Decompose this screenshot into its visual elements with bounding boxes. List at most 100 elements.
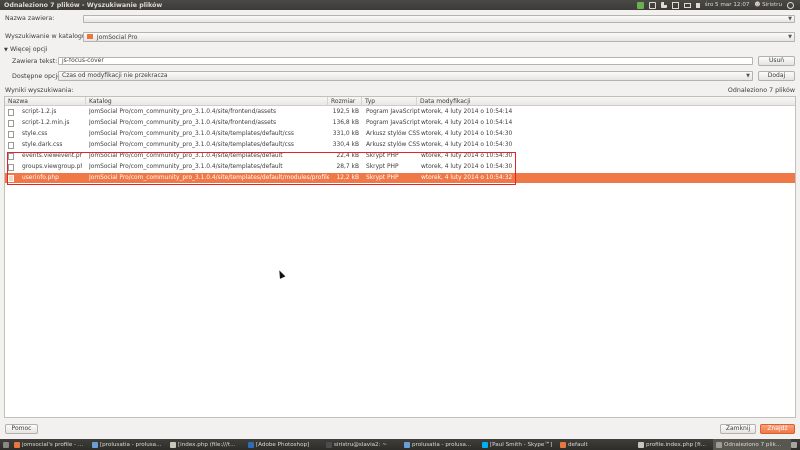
available-options-value: Czas od modyfikacji nie przekracza — [62, 72, 168, 79]
folder-label: Wyszukiwanie w katalogu: — [5, 33, 89, 40]
file-icon — [8, 142, 14, 149]
column-date[interactable]: Data modyfikacji — [417, 97, 795, 106]
table-row[interactable]: script-1.2.js JomSocial Pro/com_community… — [5, 107, 795, 117]
folder-select[interactable]: JomSocial Pro ▼ — [83, 32, 795, 42]
app-icon — [14, 441, 20, 448]
taskbar-item[interactable]: [index.php (file:///t... — [167, 439, 245, 450]
window-title: Odnaleziono 7 plików - Wyszukiwanie plik… — [4, 1, 163, 9]
column-folder[interactable]: Katalog — [86, 97, 328, 106]
column-name[interactable]: Nazwa — [5, 97, 86, 106]
help-button[interactable]: Pomoc — [5, 424, 38, 434]
table-row[interactable]: script-1.2.min.js JomSocial Pro/com_commu… — [5, 118, 795, 128]
close-button[interactable]: Zamknij — [720, 424, 756, 434]
chevron-down-icon[interactable]: ▼ — [788, 16, 792, 22]
taskbar-item[interactable]: [Adobe Photoshop] — [245, 439, 323, 450]
name-contains-input[interactable]: ▼ — [83, 15, 795, 23]
file-icon — [8, 109, 14, 116]
column-size[interactable]: Rozmiar — [328, 97, 362, 106]
cell-type: Arkusz stylów CSS — [366, 131, 420, 137]
clock[interactable]: śro 5 mar 12:07 — [705, 2, 750, 8]
table-header: Nazwa Katalog Rozmiar Typ Data modyfikac… — [5, 97, 795, 106]
cell-size: 330,4 kB — [332, 142, 359, 148]
contains-text-value: js-focus-cover — [62, 57, 104, 64]
app-icon — [170, 441, 176, 448]
system-tray: śro 5 mar 12:07 ☻ Siristru — [636, 0, 794, 10]
find-button-label: Znajdź — [767, 425, 788, 432]
column-type[interactable]: Typ — [362, 97, 417, 106]
cell-name: events.viewevent.php — [22, 153, 82, 159]
update-icon[interactable] — [636, 1, 644, 9]
table-row[interactable]: events.viewevent.php JomSocial Pro/com_co… — [5, 151, 795, 161]
power-icon[interactable] — [787, 1, 794, 9]
close-button-label: Zamknij — [725, 425, 751, 432]
cell-type: Pogram JavaScript — [366, 120, 420, 126]
cell-folder: JomSocial Pro/com_community_pro_3.1.0.4/… — [89, 175, 329, 181]
find-button[interactable]: Znajdź — [760, 424, 795, 434]
taskbar-item[interactable]: profile.index.php [fi... — [635, 439, 713, 450]
results-table[interactable]: Nazwa Katalog Rozmiar Typ Data modyfikac… — [4, 96, 796, 418]
cell-type: Arkusz stylów CSS — [366, 142, 420, 148]
mail-icon[interactable] — [683, 2, 691, 8]
cell-size: 192,5 kB — [332, 109, 359, 115]
table-row[interactable]: groups.viewgroup.php JomSocial Pro/com_co… — [5, 162, 795, 172]
chat-icon[interactable] — [648, 1, 656, 9]
taskbar-item[interactable]: [Paul Smith - Skype™] — [479, 439, 557, 450]
taskbar-item-label: [Paul Smith - Skype™] — [490, 441, 553, 448]
cell-name: userinfo.php — [22, 175, 59, 181]
cell-name: script-1.2.min.js — [22, 120, 70, 126]
file-icon — [8, 120, 14, 127]
taskbar-item[interactable]: siristru@slavia2: ~ — [323, 439, 401, 450]
cell-name: style.css — [22, 131, 48, 137]
cell-date: wtorek, 4 luty 2014 o 10:54:30 — [421, 131, 513, 137]
table-row[interactable]: style.dark.css JomSocial Pro/com_communit… — [5, 140, 795, 150]
network-icon[interactable] — [660, 2, 667, 8]
keyboard-icon[interactable] — [671, 1, 679, 9]
taskbar-item-label: siristru@slavia2: ~ — [334, 441, 387, 448]
taskbar-item-label: profile.index.php [fi... — [646, 441, 706, 448]
available-options-label: Dostępne opcje: — [12, 73, 64, 80]
app-icon — [638, 441, 644, 448]
show-desktop-icon[interactable] — [3, 441, 9, 448]
more-options-toggle[interactable]: ▼ Więcej opcji — [4, 45, 48, 53]
chevron-down-icon[interactable]: ▼ — [788, 33, 792, 41]
cell-date: wtorek, 4 luty 2014 o 10:54:30 — [421, 153, 513, 159]
expander-icon: ▼ — [4, 47, 8, 53]
help-button-label: Pomoc — [11, 425, 32, 432]
remove-button[interactable]: Usuń — [758, 56, 795, 66]
cell-date: wtorek, 4 luty 2014 o 10:54:14 — [421, 109, 513, 115]
taskbar-item[interactable]: default — [557, 439, 635, 450]
trash-icon[interactable] — [791, 441, 797, 448]
available-options-select[interactable]: Czas od modyfikacji nie przekracza ▼ — [58, 71, 753, 81]
more-options-label: Więcej opcji — [9, 46, 48, 53]
table-row[interactable]: userinfo.php JomSocial Pro/com_community_… — [5, 173, 795, 183]
user-menu[interactable]: ☻ Siristru — [754, 2, 782, 8]
taskbar-item-label: default — [568, 441, 588, 448]
app-icon — [92, 441, 98, 448]
cell-size: 331,0 kB — [332, 131, 359, 137]
contains-text-input[interactable]: js-focus-cover — [58, 57, 753, 65]
cell-size: 12,2 kB — [336, 175, 359, 181]
volume-icon[interactable] — [695, 2, 700, 8]
table-row[interactable]: style.css JomSocial Pro/com_community_pro… — [5, 129, 795, 139]
cell-type: Pogram JavaScript — [366, 109, 420, 115]
contains-text-label: Zawiera tekst: — [12, 58, 58, 65]
taskbar-item-label: Odnaleziono 7 plik... — [724, 441, 782, 448]
app-icon — [248, 441, 254, 448]
taskbar-item[interactable]: jomsocial's profile - ... — [11, 439, 89, 450]
taskbar-item[interactable]: prolusatia - prolusa... — [401, 439, 479, 450]
name-contains-label: Nazwa zawiera: — [5, 15, 55, 22]
add-button[interactable]: Dodaj — [758, 71, 795, 81]
cell-date: wtorek, 4 luty 2014 o 10:54:14 — [421, 120, 513, 126]
cell-folder: JomSocial Pro/com_community_pro_3.1.0.4/… — [89, 153, 283, 159]
folder-value: JomSocial Pro — [96, 34, 138, 41]
cell-size: 28,7 kB — [336, 164, 359, 170]
taskbar-item[interactable]: [prolusatia - prolusa... — [89, 439, 167, 450]
taskbar-item-label: [Adobe Photoshop] — [256, 441, 310, 448]
taskbar: jomsocial's profile - ... [prolusatia - p… — [0, 439, 800, 450]
taskbar-item[interactable]: Odnaleziono 7 plik... — [713, 439, 791, 450]
app-icon — [482, 441, 488, 448]
taskbar-items: jomsocial's profile - ... [prolusatia - p… — [11, 439, 791, 450]
cell-date: wtorek, 4 luty 2014 o 10:54:30 — [421, 142, 513, 148]
app-icon — [716, 441, 722, 448]
chevron-down-icon[interactable]: ▼ — [746, 72, 750, 80]
